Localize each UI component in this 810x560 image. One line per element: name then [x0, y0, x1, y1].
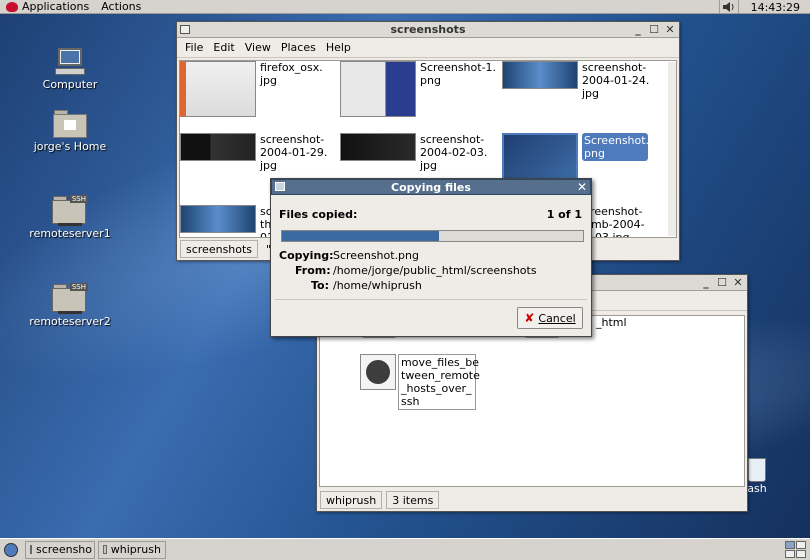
- workspace-3[interactable]: [785, 550, 795, 558]
- workspace-switcher[interactable]: [785, 541, 806, 558]
- home-label: jorge's Home: [33, 140, 107, 153]
- menu-view[interactable]: View: [245, 41, 271, 54]
- file-view[interactable]: _html move_files_be tween_remote _hosts_…: [319, 315, 745, 487]
- menu-file[interactable]: File: [185, 41, 203, 54]
- server1-label: remoteserver1: [29, 227, 111, 240]
- location-label: whiprush: [320, 491, 383, 509]
- file-label: firefox_osx. jpg: [260, 61, 323, 87]
- location-label: screenshots: [180, 240, 259, 258]
- cancel-icon: ✘: [524, 311, 535, 325]
- server1-desktop-icon[interactable]: SSH remoteserver1: [25, 195, 115, 240]
- close-icon[interactable]: ✕: [664, 23, 676, 36]
- menu-places[interactable]: Places: [281, 41, 316, 54]
- to-label: To:: [311, 279, 329, 292]
- server2-label: remoteserver2: [29, 315, 111, 328]
- divider: [275, 299, 587, 300]
- close-icon[interactable]: ✕: [732, 276, 744, 289]
- computer-icon: [55, 48, 85, 76]
- applications-menu[interactable]: Applications: [0, 0, 95, 14]
- menu-help[interactable]: Help: [326, 41, 351, 54]
- files-copied-value: 1 of 1: [546, 208, 582, 221]
- file-label: screenshot- 2004-01-29. jpg: [260, 133, 328, 172]
- window-title: screenshots: [390, 23, 466, 36]
- window-titlebar[interactable]: screenshots _ ☐ ✕: [177, 22, 679, 38]
- maximize-icon[interactable]: ☐: [716, 276, 728, 289]
- close-icon[interactable]: ✕: [577, 180, 587, 194]
- home-folder-icon: [53, 110, 87, 138]
- workspace-1[interactable]: [785, 541, 795, 549]
- taskbar-label: screensho: [36, 543, 92, 556]
- thumbnail: [180, 133, 256, 161]
- copying-value: Screenshot.png: [333, 249, 419, 262]
- show-desktop-icon: [4, 542, 18, 557]
- window-menu-icon[interactable]: [275, 182, 285, 191]
- computer-label: Computer: [42, 78, 98, 91]
- file-label[interactable]: _html: [596, 316, 627, 329]
- workspace-4[interactable]: [796, 550, 806, 558]
- file-label: Screenshot-1. png: [420, 61, 497, 87]
- file-label: screenshot- 2004-02-03. jpg: [420, 133, 488, 172]
- taskbar-item-whiprush[interactable]: whiprush: [98, 540, 166, 559]
- show-desktop-button[interactable]: [0, 540, 22, 560]
- top-panel: Applications Actions 14:43:29: [0, 0, 810, 14]
- file-label: Screenshot. png: [582, 133, 650, 161]
- file-item[interactable]: firefox_osx. jpg: [180, 61, 340, 131]
- applications-label: Applications: [22, 0, 90, 13]
- thumbnail: [502, 61, 578, 89]
- dialog-title: Copying files: [391, 180, 471, 194]
- bottom-panel: screensho whiprush: [0, 538, 810, 560]
- file-item[interactable]: Screenshot-1. png: [340, 61, 500, 131]
- trash-label: ash: [747, 482, 767, 495]
- menu-edit[interactable]: Edit: [213, 41, 234, 54]
- cancel-button[interactable]: ✘ Cancel: [517, 307, 583, 329]
- window-menu-icon[interactable]: [180, 25, 190, 34]
- thumbnail: [340, 61, 416, 117]
- files-copied-label: Files copied:: [279, 208, 358, 221]
- thumbnail: [180, 205, 256, 233]
- dialog-titlebar[interactable]: Copying files ✕: [271, 179, 591, 195]
- ssh-folder-icon: SSH: [52, 283, 88, 314]
- folder-icon: [30, 545, 32, 554]
- file-item[interactable]: screenshot- 2004-01-24. jpg: [502, 61, 662, 131]
- computer-desktop-icon[interactable]: Computer: [25, 48, 115, 91]
- server2-desktop-icon[interactable]: SSH remoteserver2: [25, 283, 115, 328]
- thumbnail: [340, 133, 416, 161]
- from-label: From:: [295, 264, 331, 277]
- minimize-icon[interactable]: _: [632, 23, 644, 36]
- to-value: /home/whiprush: [333, 279, 422, 292]
- folder-icon: [103, 545, 107, 554]
- maximize-icon[interactable]: ☐: [648, 23, 660, 36]
- status-text: 3 items: [386, 491, 440, 509]
- volume-icon[interactable]: [718, 0, 739, 14]
- trash-icon: [748, 458, 766, 482]
- from-value: /home/jorge/public_html/screenshots: [333, 264, 537, 277]
- actions-label: Actions: [101, 0, 142, 13]
- cancel-label: Cancel: [538, 311, 576, 325]
- workspace-2[interactable]: [796, 541, 806, 549]
- thumbnail: [180, 61, 256, 117]
- progress-bar: [281, 230, 584, 242]
- file-label[interactable]: move_files_be tween_remote _hosts_over_ …: [398, 354, 480, 410]
- taskbar-item-screenshots[interactable]: screensho: [25, 540, 95, 559]
- file-label-wrap: Screenshot. png: [582, 133, 662, 161]
- file-label: screenshot- 2004-01-24. jpg: [582, 61, 650, 100]
- copying-files-dialog: Copying files ✕ Files copied: 1 of 1 Cop…: [270, 178, 592, 337]
- progress-fill: [282, 231, 439, 241]
- gnome-document-icon[interactable]: [360, 354, 396, 390]
- menubar: File Edit View Places Help: [177, 38, 679, 58]
- actions-menu[interactable]: Actions: [95, 0, 147, 14]
- file-label: creenshot- umb-2004- 2-03.jpg: [584, 205, 645, 238]
- file-item[interactable]: creenshot- umb-2004- 2-03.jpg: [584, 205, 676, 238]
- scrollbar[interactable]: [668, 62, 676, 236]
- clock[interactable]: 14:43:29: [739, 1, 810, 14]
- ssh-folder-icon: SSH: [52, 195, 88, 226]
- copying-label: Copying:: [279, 249, 334, 262]
- minimize-icon[interactable]: _: [700, 276, 712, 289]
- statusbar: whiprush 3 items: [317, 489, 747, 511]
- taskbar-label: whiprush: [110, 543, 161, 556]
- redhat-icon: [6, 1, 18, 12]
- home-desktop-icon[interactable]: jorge's Home: [25, 110, 115, 153]
